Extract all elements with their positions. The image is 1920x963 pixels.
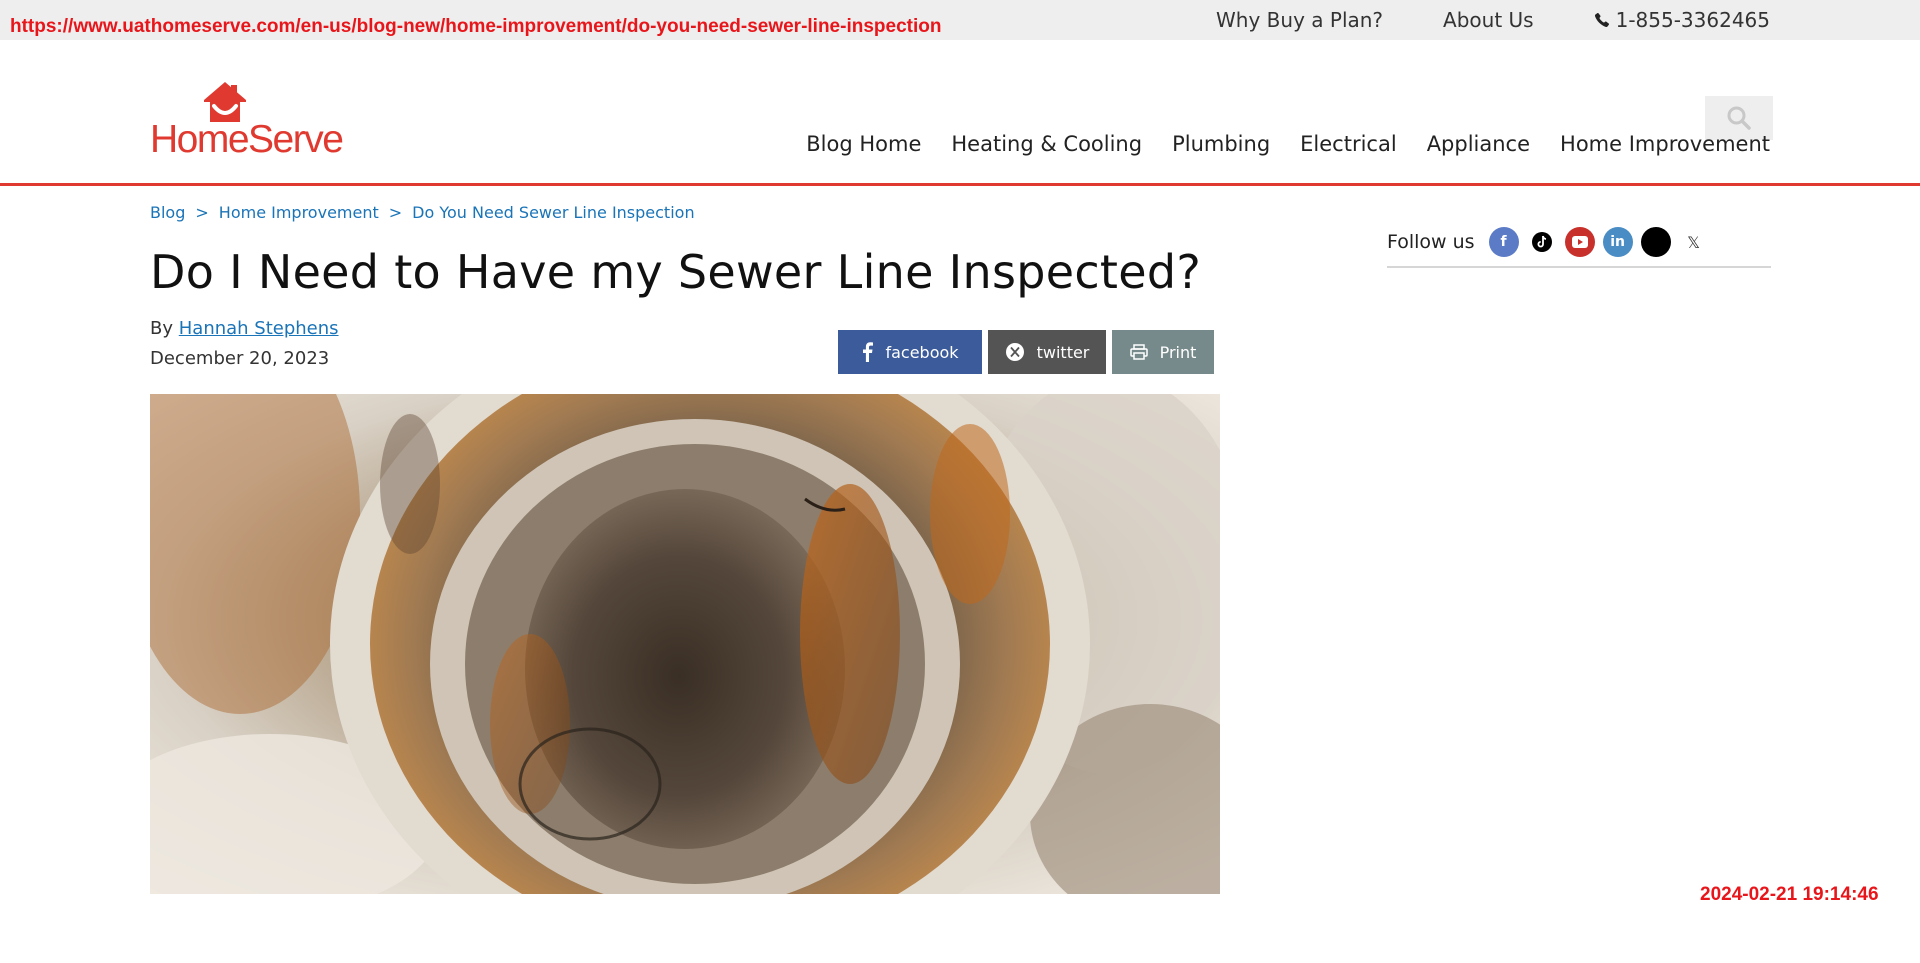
author-link[interactable]: Hannah Stephens: [179, 318, 339, 339]
about-us-link[interactable]: About Us: [1443, 8, 1534, 32]
share-facebook-label: facebook: [885, 342, 959, 362]
share-facebook-button[interactable]: facebook: [838, 330, 982, 374]
follow-us-bar: Follow us f in 𝕏: [1387, 218, 1771, 268]
phone-icon: [1594, 12, 1609, 28]
phone-link[interactable]: 1-855-3362465: [1594, 8, 1770, 32]
utility-nav: Why Buy a Plan? About Us 1-855-3362465: [1156, 0, 1770, 40]
why-buy-plan-link[interactable]: Why Buy a Plan?: [1216, 8, 1383, 32]
brand-name: HomeServe: [150, 118, 344, 161]
sewer-pipe-photo: [150, 394, 1220, 894]
byline: By Hannah Stephens: [150, 318, 339, 339]
share-twitter-label: twitter: [1036, 342, 1090, 362]
follow-us-label: Follow us: [1387, 231, 1475, 253]
print-button[interactable]: Print: [1112, 330, 1214, 374]
tiktok-glyph: [1531, 232, 1552, 252]
utility-bar: https://www.uathomeserve.com/en-us/blog-…: [0, 0, 1920, 40]
youtube-icon[interactable]: [1564, 227, 1595, 257]
nav-heating-cooling[interactable]: Heating & Cooling: [951, 132, 1142, 156]
article-title: Do I Need to Have my Sewer Line Inspecte…: [150, 245, 1202, 299]
nav-plumbing[interactable]: Plumbing: [1172, 132, 1270, 156]
breadcrumb-separator: >: [195, 203, 209, 222]
main-nav: Blog Home Heating & Cooling Plumbing Ele…: [776, 132, 1770, 156]
facebook-icon: [863, 342, 874, 362]
phone-number: 1-855-3362465: [1615, 8, 1770, 32]
hero-image-sewer-pipe: [150, 394, 1220, 894]
breadcrumb: Blog > Home Improvement > Do You Need Se…: [150, 203, 695, 222]
youtube-glyph: [1571, 236, 1588, 248]
linkedin-icon[interactable]: in: [1602, 227, 1633, 257]
breadcrumb-blog[interactable]: Blog: [150, 203, 185, 222]
breadcrumb-current[interactable]: Do You Need Sewer Line Inspection: [412, 203, 694, 222]
nav-home-improvement[interactable]: Home Improvement: [1560, 132, 1770, 156]
share-twitter-button[interactable]: twitter: [988, 330, 1106, 374]
nav-appliance[interactable]: Appliance: [1427, 132, 1530, 156]
x-icon[interactable]: 𝕏: [1678, 227, 1709, 257]
x-icon: [1005, 343, 1024, 361]
tiktok-icon[interactable]: [1526, 227, 1557, 257]
publish-date: December 20, 2023: [150, 348, 330, 369]
by-prefix: By: [150, 318, 174, 339]
search-icon: [1727, 106, 1751, 130]
breadcrumb-separator: >: [388, 203, 403, 222]
nav-blog-home[interactable]: Blog Home: [806, 132, 921, 156]
black-circle-icon[interactable]: [1640, 227, 1671, 257]
homeserve-logo[interactable]: HomeServe: [150, 80, 370, 161]
breadcrumb-home-improvement[interactable]: Home Improvement: [219, 203, 379, 222]
facebook-icon[interactable]: f: [1488, 227, 1519, 257]
print-icon: [1129, 344, 1148, 360]
nav-electrical[interactable]: Electrical: [1300, 132, 1397, 156]
print-label: Print: [1159, 342, 1197, 362]
timestamp-overlay: 2024-02-21 19:14:46: [1700, 884, 1879, 905]
url-overlay: https://www.uathomeserve.com/en-us/blog-…: [10, 16, 942, 37]
